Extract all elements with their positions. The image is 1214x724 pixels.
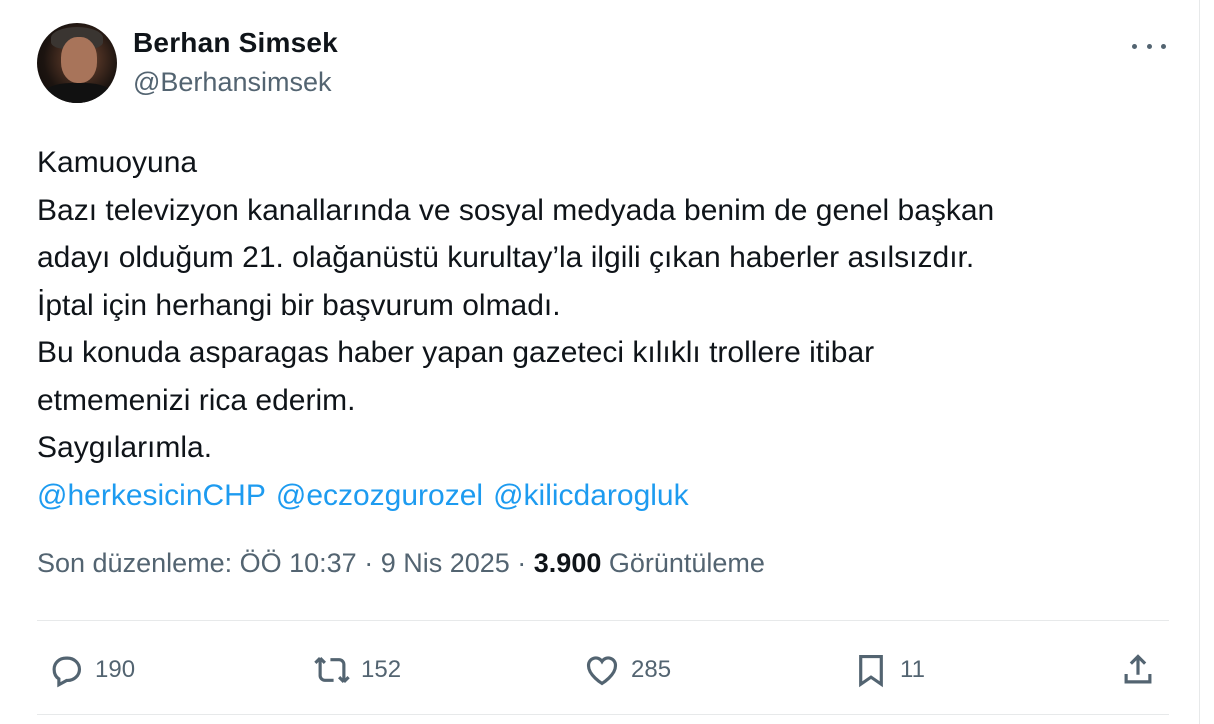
bookmark-button[interactable]: 11	[852, 648, 925, 692]
like-icon	[586, 656, 618, 686]
reply-icon	[52, 656, 82, 688]
mention-link[interactable]: k	[674, 479, 689, 512]
repost-count: 152	[361, 656, 402, 683]
tweet-line: Bu konuda asparagas haber yapan gazeteci…	[37, 336, 875, 369]
tweet-meta: Son düzenleme: ÖÖ 10:37 · 9 Nis 2025 · 3…	[37, 548, 765, 579]
author-display-name[interactable]: Berhan Simsek	[133, 27, 338, 59]
share-button[interactable]	[1119, 648, 1167, 692]
tweet-line: Bazı televizyon kanallarında ve sosyal m…	[37, 193, 995, 227]
reply-button[interactable]: 190	[47, 648, 135, 692]
mention-link[interactable]: @herkesicinCHP	[37, 479, 266, 512]
avatar[interactable]	[37, 23, 117, 103]
divider	[37, 620, 1169, 621]
bookmark-count: 11	[900, 656, 925, 683]
like-count: 285	[631, 656, 672, 683]
tweet-line: adayı olduğum 21. olağanüstü kurultay’la…	[37, 241, 975, 274]
like-button[interactable]: 285	[583, 648, 671, 692]
share-icon	[1124, 654, 1152, 684]
views-count: 3.900	[533, 548, 602, 578]
reply-count: 190	[95, 656, 136, 683]
tweet-line: Saygılarımla.	[37, 431, 213, 464]
divider	[37, 714, 1169, 715]
mention-link[interactable]: @kilicdaroglu	[493, 479, 674, 512]
mention-link[interactable]: @eczozgurozel	[276, 479, 483, 512]
author-handle[interactable]: @Berhansimsek	[133, 67, 331, 98]
more-icon[interactable]	[1132, 36, 1166, 56]
edited-timestamp[interactable]: Son düzenleme: ÖÖ 10:37 · 9 Nis 2025 ·	[37, 548, 534, 578]
mentions: @herkesicinCHP @eczozgurozel @kilicdaroglu…	[37, 472, 699, 519]
action-bar: 190 152 285 11	[0, 640, 1200, 700]
repost-icon	[314, 657, 350, 683]
tweet-card: Berhan Simsek @Berhansimsek Kamuoyuna Ba…	[0, 0, 1200, 724]
tweet-line: İptal için herhangi bir başvurum olmadı.	[37, 288, 561, 322]
tweet-line: etmemenizi rica ederim.	[37, 383, 356, 417]
views-label: Görüntüleme	[601, 548, 765, 578]
repost-button[interactable]: 152	[313, 648, 401, 692]
tweet-text: Kamuoyuna Bazı televizyon kanallarında v…	[37, 139, 1167, 472]
bookmark-icon	[859, 654, 883, 688]
tweet-line: Kamuoyuna	[37, 146, 198, 179]
